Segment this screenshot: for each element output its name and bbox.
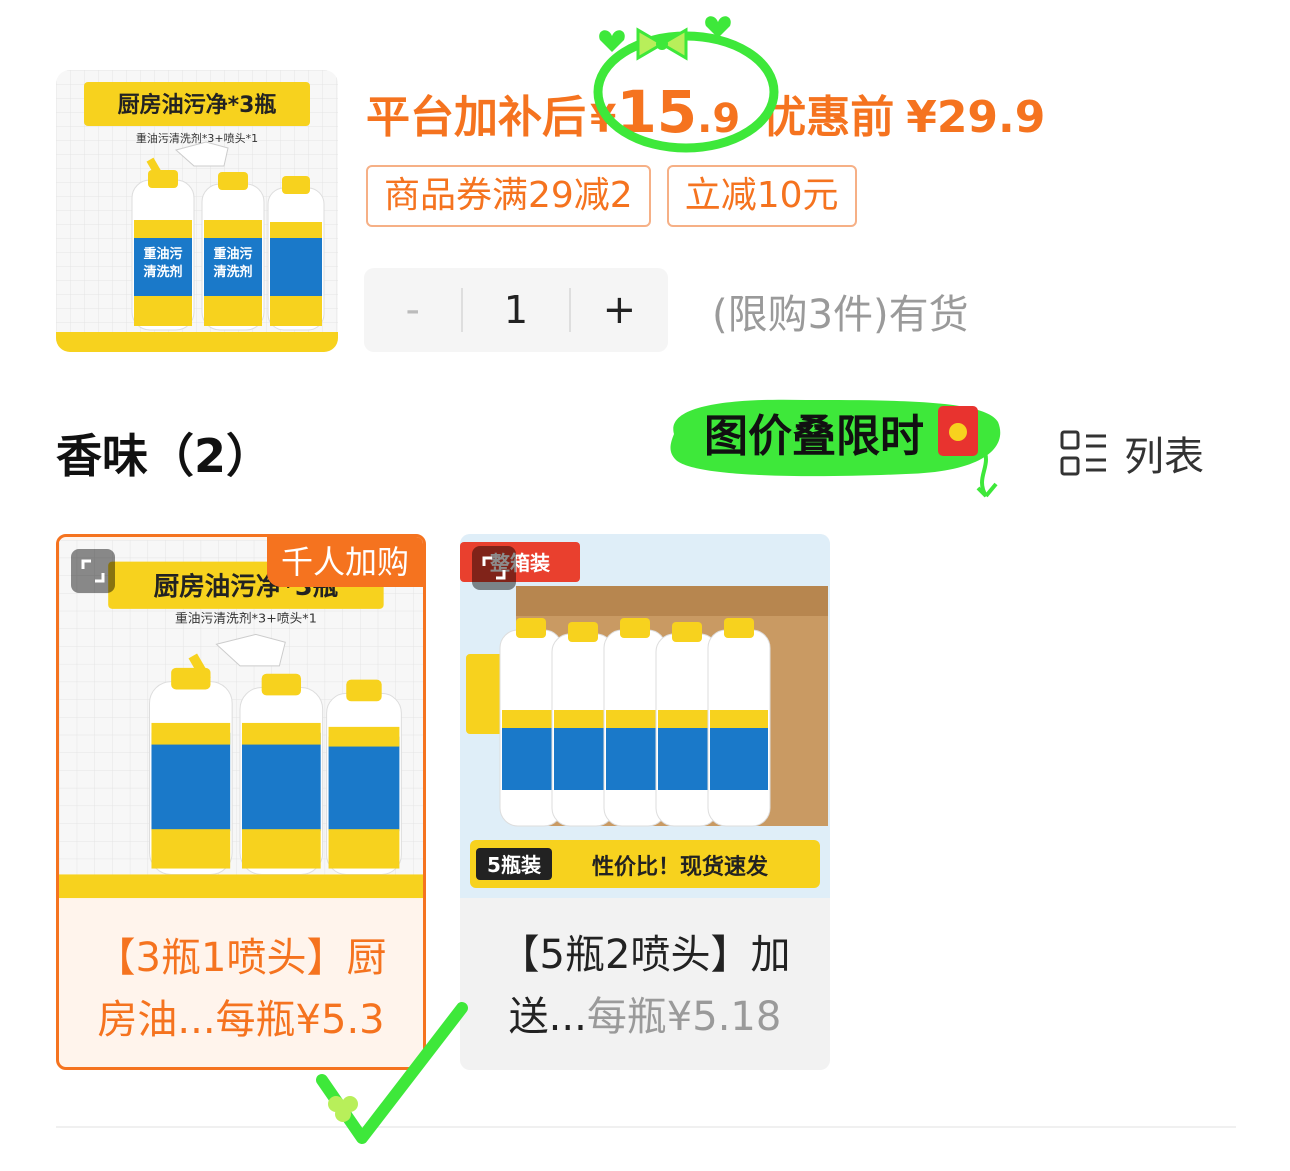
variant-title: 【5瓶2喷头】加送...每瓶¥5.18 bbox=[460, 924, 830, 1048]
sticker-text: 图价叠限时 bbox=[704, 411, 924, 462]
increment-button[interactable]: + bbox=[571, 287, 668, 333]
section-title: 香味（2） bbox=[56, 429, 273, 483]
price-label: 平台加补后 bbox=[366, 92, 586, 143]
price-currency: ¥ bbox=[590, 97, 617, 141]
product-thumbnail[interactable]: 厨房油污净*3瓶 重油污清洗剂*3+喷头*1 重油污 清洗剂 重油污 清洗剂 bbox=[56, 70, 338, 352]
list-view-label: 列表 bbox=[1124, 434, 1204, 480]
variant-card-5-bottles[interactable]: 整箱装 5瓶装 性价比！现货速发 【5瓶2喷头】加送...每瓶¥5.18 bbox=[460, 534, 830, 1070]
variant-image-count: 5瓶装 bbox=[487, 853, 541, 877]
product-image: 厨房油污净*3瓶 重油污清洗剂*3+喷头*1 重油污 清洗剂 重油污 清洗剂 bbox=[56, 70, 338, 352]
bottle-label-line1: 重油污 bbox=[143, 246, 182, 262]
thumb-subtitle: 重油污清洗剂*3+喷头*1 bbox=[136, 131, 258, 145]
bottle-label-line2: 清洗剂 bbox=[143, 264, 182, 280]
popularity-badge: 千人加购 bbox=[266, 537, 423, 587]
clover-icon bbox=[328, 1096, 358, 1122]
list-view-toggle[interactable]: 列表 bbox=[1060, 424, 1204, 482]
quantity-value[interactable]: 1 bbox=[463, 288, 568, 332]
price-row: 平台加补后 ¥ 15 .9 优惠前 ¥29.9 bbox=[366, 78, 1046, 146]
price-integer: 15 bbox=[616, 78, 698, 146]
price-decimal: .9 bbox=[697, 96, 741, 142]
stock-status: (限购3件)有货 bbox=[712, 292, 969, 338]
coupon-tags: 商品券满29减2 立减10元 bbox=[366, 165, 857, 227]
bottle-label-line1: 重油污 bbox=[213, 246, 252, 262]
original-price-label: 优惠前 bbox=[762, 92, 895, 143]
variant-image-banner: 性价比！现货速发 bbox=[592, 854, 769, 880]
variant-card-3-bottles[interactable]: 厨房油污净*3瓶 重油污清洗剂*3+喷头*1 千人加购 【3瓶1喷头】厨房油..… bbox=[56, 534, 426, 1070]
quantity-stepper: - 1 + bbox=[364, 268, 668, 352]
heart-icon bbox=[705, 16, 731, 38]
bottle-label-line2: 清洗剂 bbox=[213, 264, 252, 280]
variant-image-subtitle: 重油污清洗剂*3+喷头*1 bbox=[175, 611, 317, 627]
list-icon bbox=[1060, 430, 1106, 476]
decrement-button[interactable]: - bbox=[364, 287, 461, 333]
thumb-title: 厨房油污净*3瓶 bbox=[118, 92, 277, 118]
discount-tag[interactable]: 立减10元 bbox=[666, 165, 857, 227]
coupon-tag[interactable]: 商品券满29减2 bbox=[366, 165, 651, 227]
variant-unit-price: 每瓶¥5.18 bbox=[586, 994, 782, 1040]
variant-title: 【3瓶1喷头】厨房油...每瓶¥5.3 bbox=[59, 927, 423, 1051]
expand-icon[interactable] bbox=[71, 549, 115, 593]
variant-unit-price: 每瓶¥5.3 bbox=[215, 997, 385, 1043]
bow-icon bbox=[636, 27, 688, 61]
heart-icon bbox=[599, 30, 625, 52]
expand-icon[interactable] bbox=[472, 546, 516, 590]
bottom-divider bbox=[56, 1126, 1236, 1128]
original-price: ¥29.9 bbox=[906, 92, 1046, 143]
